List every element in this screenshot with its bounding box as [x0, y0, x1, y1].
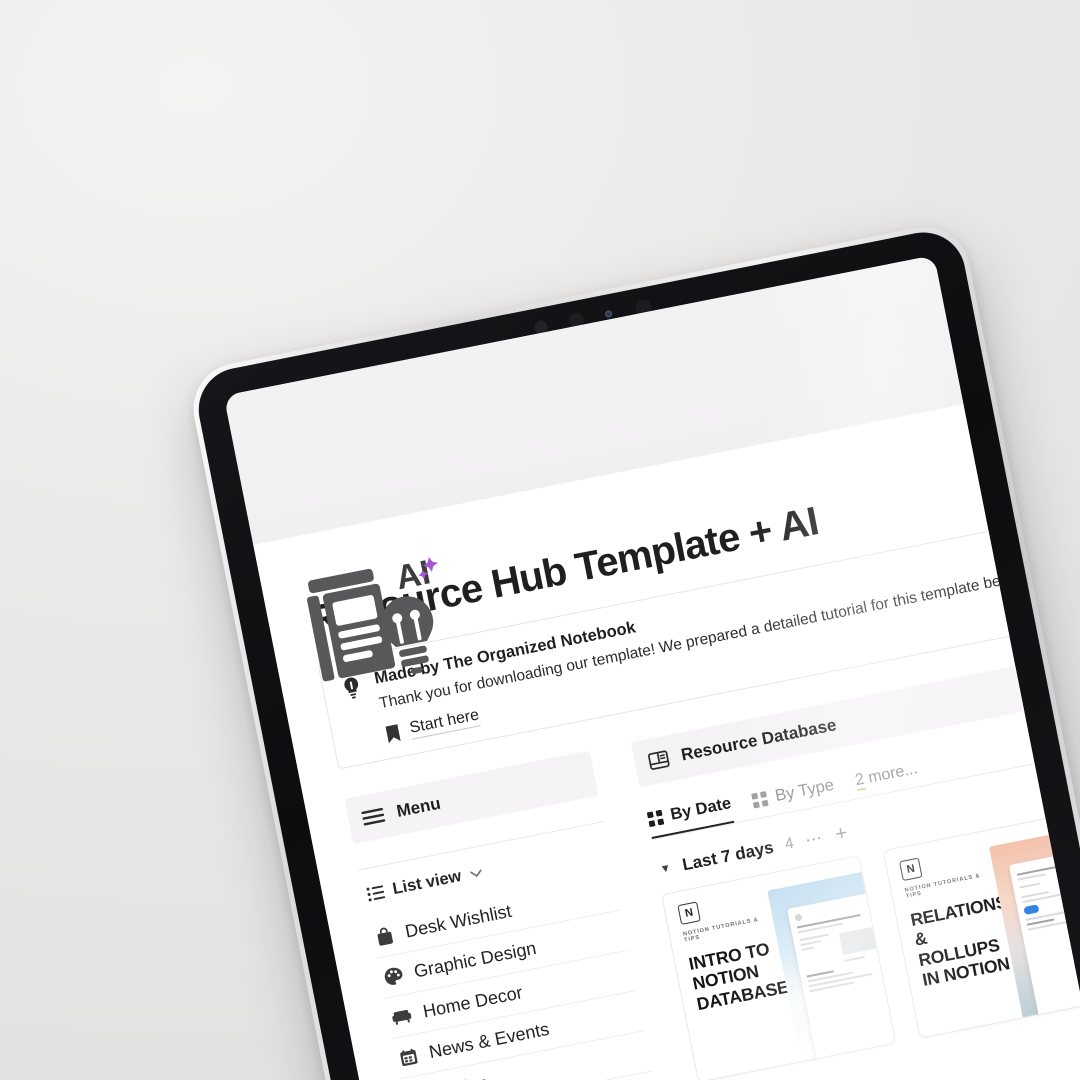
more-label: more...: [862, 760, 919, 788]
menu-header-label: Menu: [394, 793, 443, 821]
tab-more-views[interactable]: 2 more...: [853, 760, 921, 798]
tablet-screen: AI Resource Hub Template + AI Made by Th…: [223, 255, 1080, 1080]
hamburger-menu-icon: [361, 807, 386, 827]
group-name: Last 7 days: [680, 837, 776, 874]
tab-by-date[interactable]: By Date: [646, 794, 735, 840]
tab-label: By Type: [773, 775, 836, 806]
list-view-label: List view: [391, 866, 463, 899]
page-icon[interactable]: AI: [298, 548, 460, 699]
gallery-card[interactable]: N NOTION TUTORIALS & TIPS RELATIONS & RO…: [882, 811, 1080, 1039]
menu-item-label: Notion: [435, 1073, 490, 1080]
database-header-label: Resource Database: [679, 715, 838, 765]
menu-list: Desk Wishlist Graphic Design Home Decor …: [368, 870, 662, 1080]
database-column: Resource Database By Date By Type 2 more…: [630, 631, 1080, 1080]
chevron-down-icon[interactable]: [469, 868, 482, 878]
sofa-icon: [390, 1006, 413, 1027]
triangle-down-icon[interactable]: ▼: [659, 862, 672, 876]
grid-icon: [646, 809, 665, 828]
notion-n-icon: N: [677, 901, 701, 925]
start-here-link[interactable]: Start here: [408, 706, 482, 740]
svg-text:AI: AI: [393, 553, 434, 597]
tablet-device: AI Resource Hub Template + AI Made by Th…: [185, 219, 1080, 1080]
ellipsis-icon[interactable]: ⋯: [803, 827, 825, 850]
list-view-icon: [366, 884, 386, 902]
indicator-light-icon: [604, 309, 613, 319]
gallery-view-icon: [647, 749, 670, 771]
bookmark-icon: [384, 723, 402, 745]
card-title: INTRO TO NOTION DATABASES: [687, 938, 802, 1014]
calendar-icon: [398, 1046, 419, 1067]
palette-icon: [382, 965, 404, 987]
scene: AI Resource Hub Template + AI Made by Th…: [0, 0, 1080, 1080]
tab-label: By Date: [668, 794, 733, 824]
menu-column: Menu List view Desk Wishlist Graphic Des…: [344, 750, 662, 1080]
tab-by-type[interactable]: By Type: [751, 776, 837, 818]
group-count: 4: [783, 834, 796, 853]
grid-icon: [751, 791, 770, 809]
notion-n-icon: N: [899, 857, 923, 882]
card-title: RELATIONS & ROLLUPS IN NOTION: [908, 891, 1012, 990]
handbag-icon: [374, 925, 395, 947]
gallery-card[interactable]: N NOTION TUTORIALS & TIPS INTRO TO NOTIO…: [660, 855, 897, 1080]
plus-icon[interactable]: +: [833, 821, 849, 846]
